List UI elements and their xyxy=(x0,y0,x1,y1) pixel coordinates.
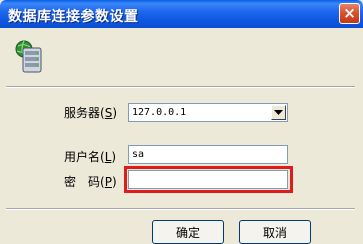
server-dropdown-button[interactable] xyxy=(271,105,286,120)
cancel-button[interactable]: 取消 xyxy=(239,220,311,244)
username-input[interactable]: sa xyxy=(128,145,288,164)
server-select[interactable]: 127.0.0.1 xyxy=(128,103,288,122)
password-highlight-box xyxy=(124,166,293,193)
title-bar[interactable]: 数据库连接参数设置 × xyxy=(0,0,363,28)
close-button[interactable]: × xyxy=(339,3,360,24)
button-divider xyxy=(6,208,355,210)
server-select-value: 127.0.0.1 xyxy=(132,107,187,118)
ok-button[interactable]: 确定 xyxy=(152,220,224,244)
username-value: sa xyxy=(132,149,145,160)
chevron-down-icon xyxy=(274,109,283,115)
password-label: 密 码(P) xyxy=(64,175,117,189)
header-divider xyxy=(6,86,355,88)
dialog-window: 数据库连接参数设置 × 服务器(S) 127.0.0.1 用户名(L) sa 密… xyxy=(0,0,363,244)
window-title: 数据库连接参数设置 xyxy=(8,9,139,25)
username-label: 用户名(L) xyxy=(64,150,117,164)
close-icon: × xyxy=(343,4,356,22)
server-label: 服务器(S) xyxy=(64,106,118,120)
server-stack-icon xyxy=(22,47,42,73)
database-icon xyxy=(15,40,42,73)
